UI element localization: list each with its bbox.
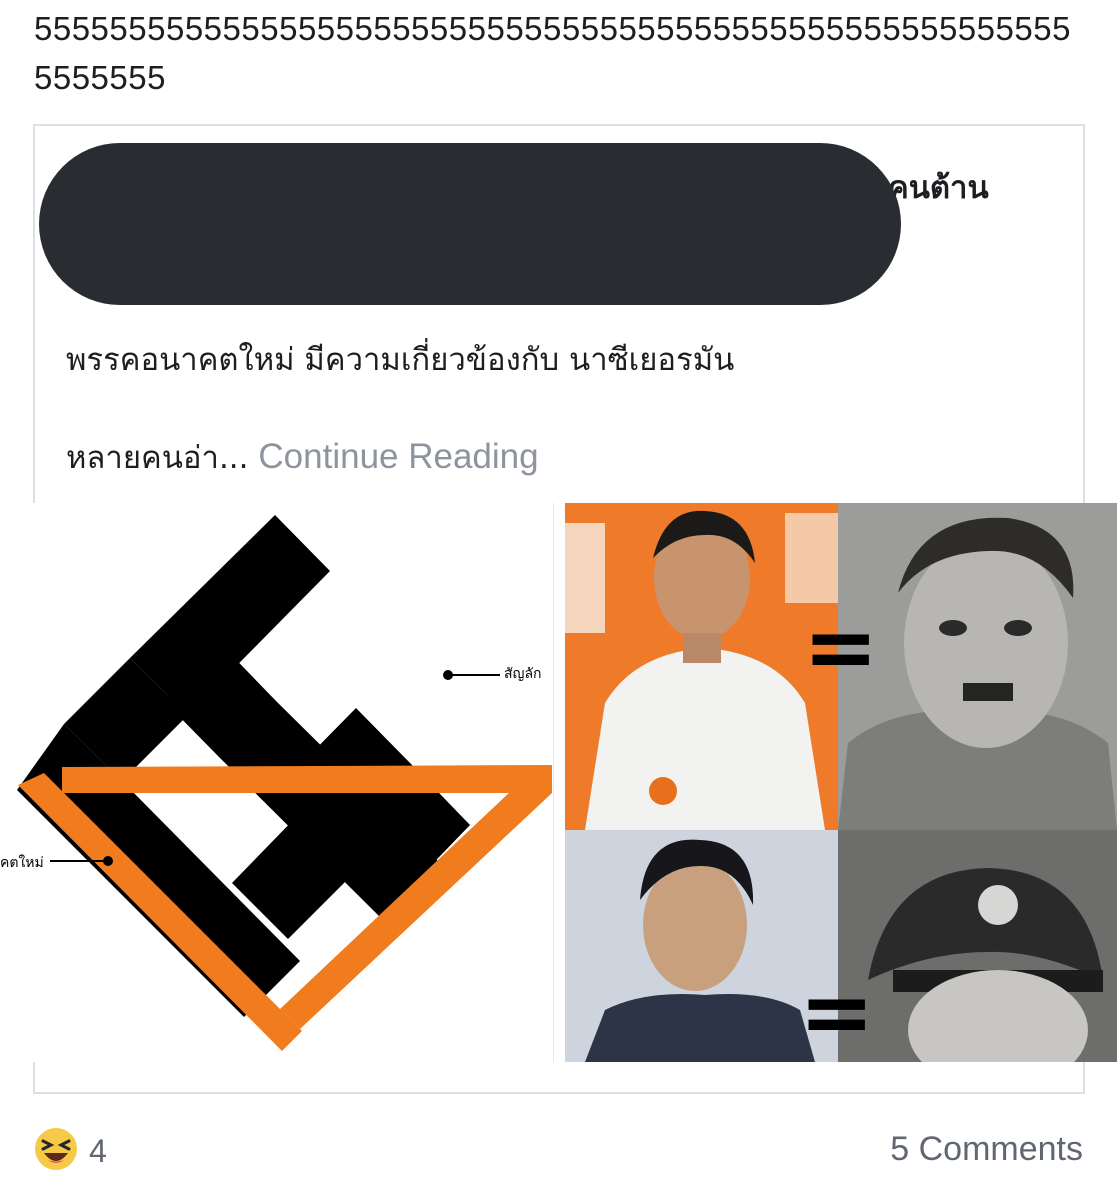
comments-count-link[interactable]: 5 Comments	[890, 1130, 1083, 1169]
equals-sign-bottom: =	[799, 960, 875, 1062]
photo-man-orange-background	[565, 503, 838, 830]
shared-summary-line: พรรคอนาคตใหม่ มีความเกี่ยวข้องกับ นาซีเย…	[66, 342, 735, 378]
reaction-summary[interactable]: 4	[33, 1128, 107, 1174]
symbol-diagram-image[interactable]: สัญลัก คตใหม่	[0, 503, 554, 1062]
diagram-label-right: สัญลัก	[504, 666, 542, 682]
shared-summary-text: หลายคนอ่า...	[66, 440, 249, 476]
post-text: 5555555555555555555555555555555555555555…	[34, 10, 1071, 96]
reaction-count: 4	[89, 1132, 107, 1169]
equals-sign-top: =	[803, 595, 879, 700]
shared-summary-line-2: หลายคนอ่า... Continue Reading	[66, 432, 539, 482]
comparison-collage-image[interactable]: = =	[565, 503, 1117, 1062]
continue-reading-link[interactable]: Continue Reading	[258, 437, 538, 476]
shared-title-fragment: คนต้าน	[888, 170, 989, 206]
redaction-block	[39, 143, 901, 305]
photo-historical-portrait-1	[838, 503, 1117, 830]
photo-man-grey-background	[565, 830, 838, 1062]
laughing-emoji-icon	[33, 1126, 79, 1176]
photo-historical-portrait-2	[838, 830, 1117, 1062]
post-page: 5555555555555555555555555555555555555555…	[0, 0, 1117, 1200]
symbol-diagram-graphic	[0, 503, 553, 1062]
diagram-label-left: คตใหม่	[0, 855, 44, 871]
